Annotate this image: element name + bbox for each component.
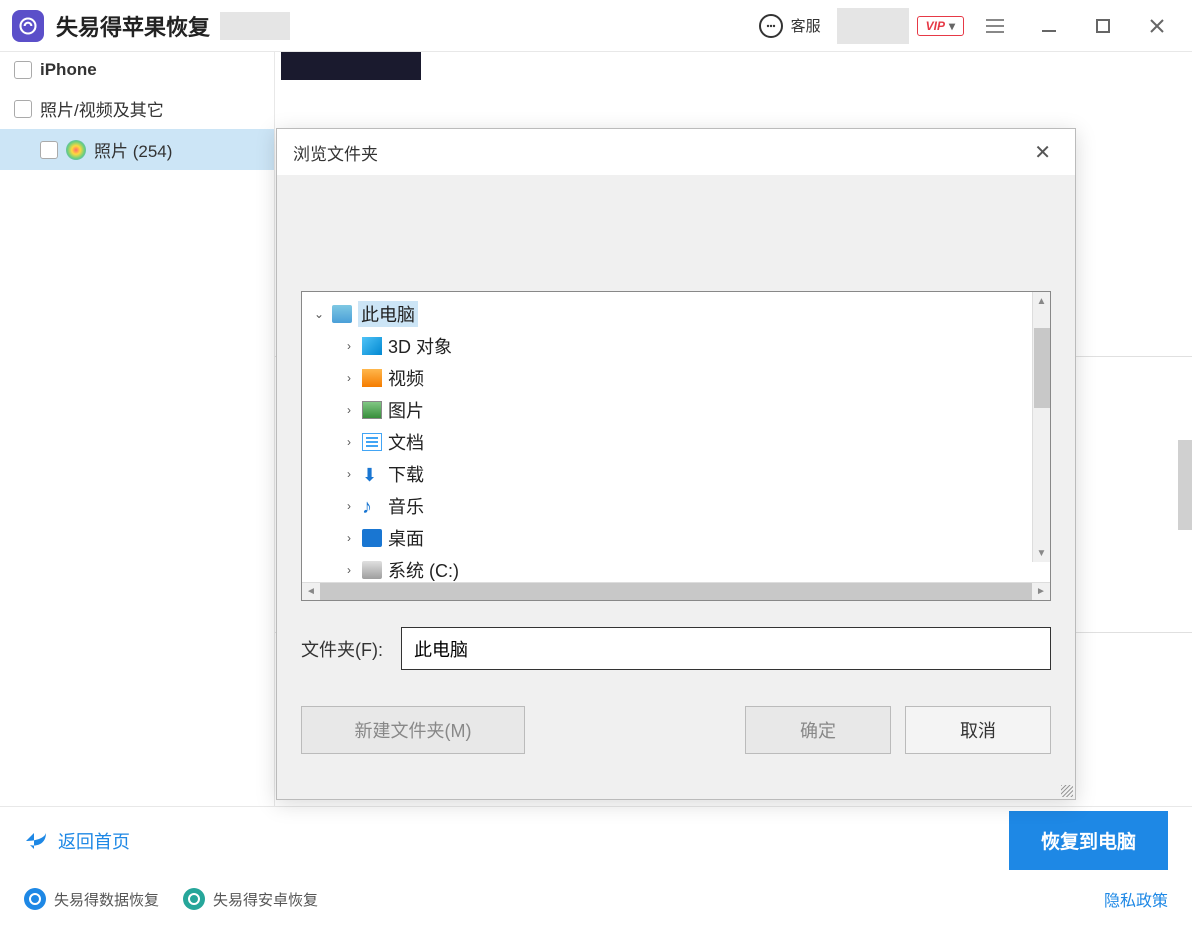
dialog-buttons: 新建文件夹(M) 确定 取消 [301,706,1051,754]
sidebar-item-category[interactable]: 照片/视频及其它 [0,88,274,129]
folder-tree: ⌄ 此电脑 › 3D 对象 › 视频 › 图片 [301,291,1051,601]
chevron-right-icon[interactable]: › [342,435,356,449]
tree-item[interactable]: › 桌面 [302,522,1050,554]
folder-path-row: 文件夹(F): [301,627,1051,670]
folder-label: 文件夹(F): [301,636,383,662]
support-icon[interactable] [759,14,783,38]
chevron-right-icon[interactable]: › [342,563,356,577]
user-redacted [837,8,909,44]
photos-icon [66,140,86,160]
tree-item[interactable]: › 音乐 [302,490,1050,522]
tree-item[interactable]: › 视频 [302,362,1050,394]
sidebar-item-photos[interactable]: 照片 (254) [0,129,274,170]
support-label[interactable]: 客服 [791,15,821,36]
tree-item[interactable]: › 系统 (C:) [302,554,1050,582]
image-icon [362,401,382,419]
scrollbar[interactable] [1178,440,1192,530]
chevron-right-icon[interactable]: › [342,499,356,513]
checkbox[interactable] [40,141,58,159]
document-icon [362,433,382,451]
tree-item[interactable]: › 下载 [302,458,1050,490]
cube-icon [362,337,382,355]
recovery-icon [24,888,46,910]
chevron-right-icon[interactable]: › [342,531,356,545]
privacy-link[interactable]: 隐私政策 [1104,887,1168,911]
chevron-right-icon[interactable]: › [342,371,356,385]
close-icon[interactable] [1134,8,1180,44]
tree-item[interactable]: › 文档 [302,426,1050,458]
minimize-icon[interactable] [1026,8,1072,44]
footer: 失易得数据恢复 失易得安卓恢复 隐私政策 [0,874,1192,924]
resize-handle-icon[interactable] [1061,785,1073,797]
chevron-right-icon[interactable]: › [342,467,356,481]
horizontal-scrollbar[interactable]: ◄ ► [302,582,1050,600]
tree-item-root[interactable]: ⌄ 此电脑 [302,298,1050,330]
android-icon [183,888,205,910]
chevron-right-icon[interactable]: › [342,339,356,353]
desktop-icon [362,529,382,547]
app-logo-icon [12,10,44,42]
titlebar: 失易得苹果恢复 客服 VIP [0,0,1192,52]
sidebar-label: 照片 (254) [94,137,172,162]
cancel-button[interactable]: 取消 [905,706,1051,754]
vertical-scrollbar[interactable]: ▲ ▼ [1032,292,1050,562]
sidebar-label: 照片/视频及其它 [40,96,164,121]
dialog-title: 浏览文件夹 [293,140,378,165]
footer-link-data-recovery[interactable]: 失易得数据恢复 [24,888,159,910]
pc-icon [332,305,352,323]
ok-button[interactable]: 确定 [745,706,891,754]
sidebar-label: iPhone [40,60,97,80]
footer-link-android-recovery[interactable]: 失易得安卓恢复 [183,888,318,910]
checkbox[interactable] [14,100,32,118]
recover-button[interactable]: 恢复到电脑 [1009,811,1168,870]
video-icon [362,369,382,387]
tree-item[interactable]: › 图片 [302,394,1050,426]
browse-folder-dialog: 浏览文件夹 ✕ ⌄ 此电脑 › 3D 对象 › 视频 [276,128,1076,800]
tree-item[interactable]: › 3D 对象 [302,330,1050,362]
dialog-close-icon[interactable]: ✕ [1026,136,1059,169]
sidebar: iPhone 照片/视频及其它 照片 (254) [0,52,275,806]
redacted-area [220,12,290,40]
checkbox[interactable] [14,61,32,79]
drive-icon [362,561,382,579]
new-folder-button[interactable]: 新建文件夹(M) [301,706,525,754]
dialog-header: 浏览文件夹 ✕ [277,129,1075,175]
menu-icon[interactable] [972,8,1018,44]
vip-badge[interactable]: VIP [917,16,964,36]
bottom-bar: 返回首页 恢复到电脑 [0,806,1192,874]
maximize-icon[interactable] [1080,8,1126,44]
back-label: 返回首页 [58,828,130,854]
download-icon [362,465,382,483]
app-title: 失易得苹果恢复 [56,10,210,42]
sidebar-item-iphone[interactable]: iPhone [0,52,274,88]
music-icon [362,497,382,515]
thumbnail[interactable] [281,52,421,80]
chevron-right-icon[interactable]: › [342,403,356,417]
folder-input[interactable] [401,627,1051,670]
back-home-button[interactable]: 返回首页 [24,828,130,854]
chevron-down-icon[interactable]: ⌄ [312,307,326,321]
